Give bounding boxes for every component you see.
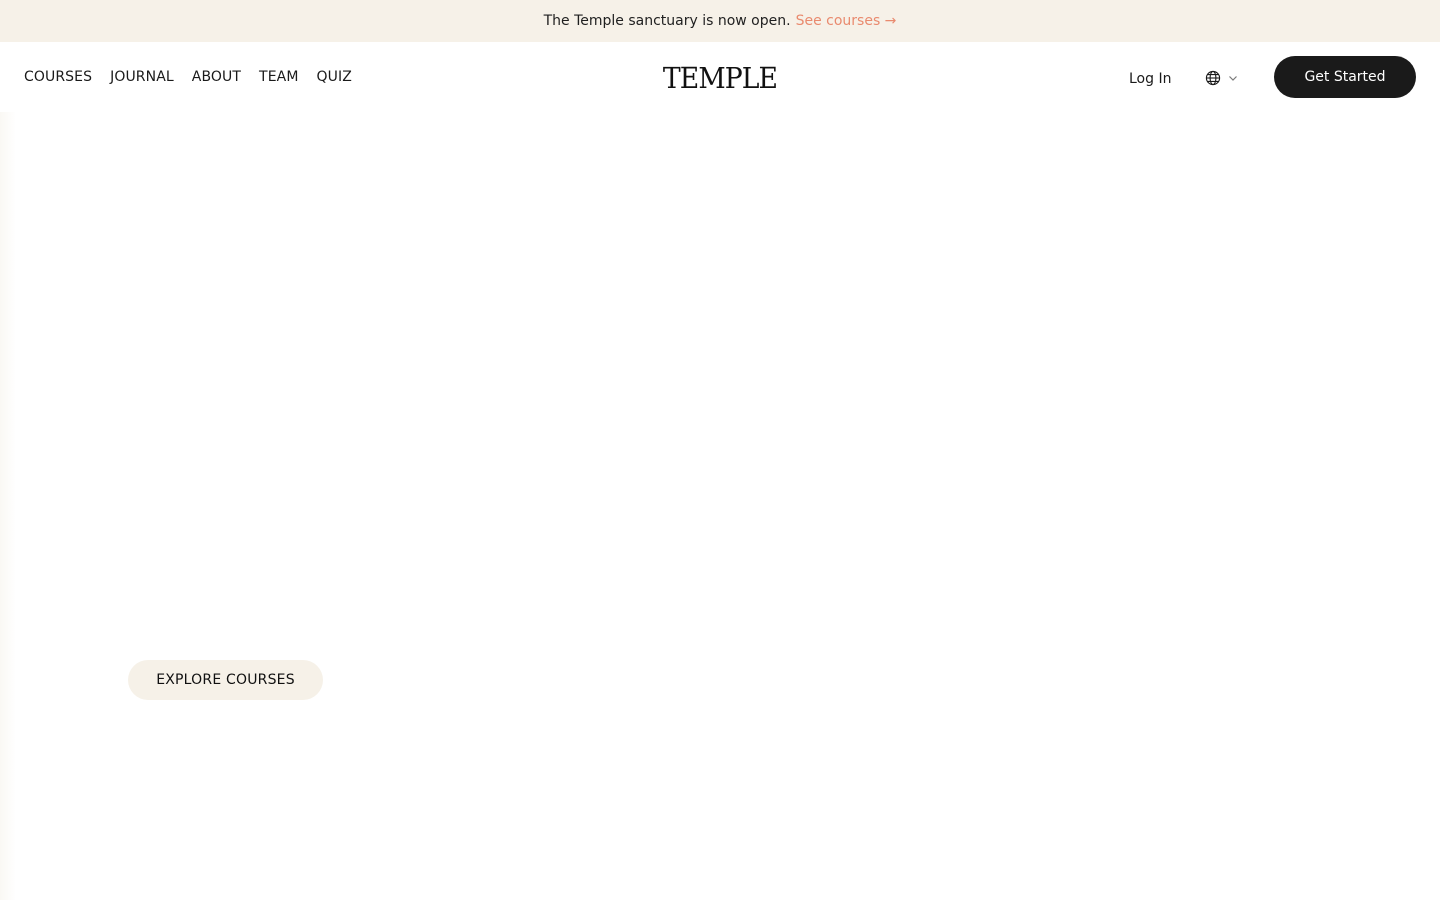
chevron-down-icon <box>1227 72 1239 84</box>
nav-item-journal[interactable]: JOURNAL <box>110 69 174 85</box>
globe-icon <box>1205 70 1221 86</box>
nav-item-courses[interactable]: COURSES <box>24 69 92 85</box>
announcement-bar: The Temple sanctuary is now open. See co… <box>0 0 1440 42</box>
main-nav: COURSES JOURNAL ABOUT TEAM QUIZ <box>24 69 352 85</box>
login-link[interactable]: Log In <box>1129 71 1171 87</box>
announcement-text: The Temple sanctuary is now open. <box>543 13 791 29</box>
nav-item-quiz[interactable]: QUIZ <box>317 69 352 85</box>
site-header: COURSES JOURNAL ABOUT TEAM QUIZ TEMPLE L… <box>0 42 1440 112</box>
nav-item-team[interactable]: TEAM <box>259 69 298 85</box>
explore-courses-button[interactable]: EXPLORE COURSES <box>128 660 323 700</box>
get-started-button[interactable]: Get Started <box>1274 56 1416 98</box>
language-selector[interactable] <box>1205 70 1239 86</box>
temple-logo[interactable]: TEMPLE <box>661 61 779 95</box>
hero-section: EXPLORE COURSES <box>0 112 1440 900</box>
see-courses-link[interactable]: See courses → <box>796 13 897 29</box>
hero-left-edge <box>0 112 16 900</box>
nav-item-about[interactable]: ABOUT <box>192 69 241 85</box>
